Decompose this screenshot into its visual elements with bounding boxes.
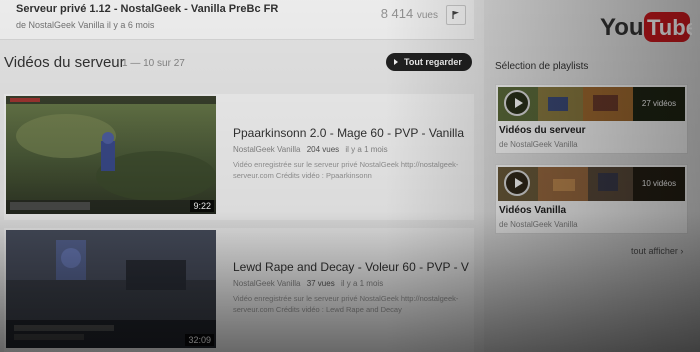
playlist-thumbnail[interactable]: 27 vidéos <box>498 87 685 121</box>
playlist-thumbnail[interactable]: 10 vidéos <box>498 167 685 201</box>
logo-you-text: You <box>600 14 644 41</box>
game-screenshot-image <box>6 96 216 214</box>
playlist-title[interactable]: Vidéos du serveur <box>499 125 586 136</box>
play-icon[interactable] <box>504 90 530 116</box>
flag-button[interactable] <box>446 5 466 25</box>
views-count: 8 414 <box>380 6 414 21</box>
top-video-title[interactable]: Serveur privé 1.12 - NostalGeek - Vanill… <box>16 3 278 15</box>
video-age: il y a 1 mois <box>345 145 388 154</box>
views-unit: vues <box>416 10 438 21</box>
flag-icon <box>452 11 459 19</box>
section-count: 1 — 10 sur 27 <box>122 58 185 69</box>
video-title[interactable]: Lewd Rape and Decay - Voleur 60 - PVP - … <box>233 260 469 274</box>
watch-all-button[interactable]: Tout regarder <box>386 53 472 71</box>
video-description: Vidéo enregistrée sur le serveur privé N… <box>233 294 459 314</box>
video-duration: 32:09 <box>185 334 214 346</box>
video-thumbnail[interactable]: 32:09 <box>6 230 216 348</box>
video-meta: NostalGeek Vanilla 37 vues il y a 1 mois <box>233 279 383 288</box>
video-channel[interactable]: NostalGeek Vanilla <box>233 145 300 154</box>
play-icon[interactable] <box>504 170 530 196</box>
playlist-card[interactable]: 27 vidéos Vidéos du serveur de NostalGee… <box>495 84 688 154</box>
video-description: Vidéo enregistrée sur le serveur privé N… <box>233 160 459 180</box>
video-thumbnail[interactable]: 9:22 <box>6 96 216 214</box>
top-video-card[interactable]: Serveur privé 1.12 - NostalGeek - Vanill… <box>0 0 474 40</box>
section-title: Vidéos du serveur <box>4 54 125 71</box>
video-title[interactable]: Ppaarkinsonn 2.0 - Mage 60 - PVP - Vanil… <box>233 126 469 140</box>
playlist-title[interactable]: Vidéos Vanilla <box>499 205 566 216</box>
video-views: 204 vues <box>306 145 340 154</box>
video-channel[interactable]: NostalGeek Vanilla <box>233 279 300 288</box>
playlist-count: 10 vidéos <box>633 167 685 201</box>
video-list-item[interactable]: 32:09 Lewd Rape and Decay - Voleur 60 - … <box>4 228 474 352</box>
youtube-logo[interactable]: You Tube <box>600 8 698 46</box>
top-video-meta: de NostalGeek Vanilla il y a 6 mois <box>16 20 155 30</box>
top-video-views: 8 414 vues <box>381 6 438 21</box>
video-duration: 9:22 <box>190 200 214 212</box>
playlist-card[interactable]: 10 vidéos Vidéos Vanilla de NostalGeek V… <box>495 164 688 234</box>
logo-tube-text: Tube <box>647 15 692 40</box>
video-meta: NostalGeek Vanilla 204 vues il y a 1 moi… <box>233 145 388 154</box>
play-icon <box>394 59 398 65</box>
video-list-item[interactable]: 9:22 Ppaarkinsonn 2.0 - Mage 60 - PVP - … <box>4 94 474 220</box>
watch-all-label: Tout regarder <box>404 57 462 67</box>
playlist-author: de NostalGeek Vanilla <box>499 140 578 149</box>
see-all-link[interactable]: tout afficher › <box>631 246 683 256</box>
playlist-count: 27 vidéos <box>633 87 685 121</box>
game-screenshot-image <box>6 230 216 348</box>
video-age: il y a 1 mois <box>340 279 384 288</box>
playlist-author: de NostalGeek Vanilla <box>499 220 578 229</box>
playlists-heading: Sélection de playlists <box>495 61 589 72</box>
video-views: 37 vues <box>306 279 335 288</box>
